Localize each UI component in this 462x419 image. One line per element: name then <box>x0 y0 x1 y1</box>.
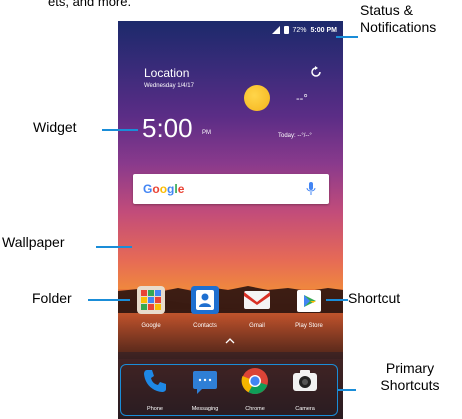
play-store-icon <box>297 290 321 312</box>
app-label: Google <box>141 323 161 329</box>
app-google-folder[interactable]: Google <box>126 286 176 329</box>
folder-icon <box>137 286 165 314</box>
app-gmail[interactable]: Gmail <box>232 286 282 329</box>
weather-date: Wednesday 1/4/17 <box>144 83 194 89</box>
google-search-bar[interactable]: Google <box>133 174 329 204</box>
app-play-store[interactable]: Play Store <box>284 286 334 329</box>
callout-line-widget <box>102 129 138 131</box>
clock-time[interactable]: 5:00 <box>142 113 193 144</box>
callout-line-wallpaper <box>96 246 132 248</box>
callout-folder: Folder <box>32 290 72 306</box>
callout-text: Status & <box>360 2 413 18</box>
callout-status-notifications: Status & Notifications <box>360 2 436 36</box>
callout-primary-shortcuts: Primary Shortcuts <box>360 360 460 394</box>
weather-temperature: --° <box>296 93 308 105</box>
status-bar[interactable]: 72% 5:00 PM <box>118 21 343 39</box>
callout-bracket-dock <box>120 364 338 416</box>
battery-icon <box>283 26 289 34</box>
callout-text: Shortcuts <box>380 377 440 393</box>
callout-wallpaper: Wallpaper <box>2 234 65 250</box>
callout-line-shortcut <box>326 299 348 301</box>
app-label: Play Store <box>295 323 323 329</box>
gmail-icon <box>244 291 270 309</box>
app-label: Contacts <box>193 323 217 329</box>
phone-home-screen: 72% 5:00 PM Location Wednesday 1/4/17 --… <box>118 21 343 419</box>
callout-shortcut: Shortcut <box>348 290 401 306</box>
weather-today-range: Today: --°/--° <box>278 133 312 139</box>
signal-icon <box>271 26 280 34</box>
refresh-icon[interactable] <box>310 66 322 78</box>
chevron-up-icon[interactable] <box>225 338 235 344</box>
status-time: 5:00 PM <box>310 26 337 34</box>
callout-text: Primary <box>385 360 435 376</box>
app-contacts[interactable]: Contacts <box>180 286 230 329</box>
callout-widget: Widget <box>33 119 77 135</box>
sun-icon <box>244 85 270 111</box>
google-logo: Google <box>143 182 185 196</box>
callout-text: Notifications <box>360 19 437 35</box>
clock-ampm: PM <box>202 130 211 136</box>
intro-text: ets, and more. <box>48 0 132 9</box>
callout-line-folder <box>88 299 130 301</box>
callout-line-status <box>336 36 358 38</box>
weather-location[interactable]: Location <box>144 66 189 80</box>
callout-line-primary <box>338 389 356 391</box>
contacts-icon <box>191 286 219 314</box>
mic-icon[interactable] <box>306 182 316 196</box>
app-label: Gmail <box>249 323 265 329</box>
battery-percent: 72% <box>292 26 307 34</box>
